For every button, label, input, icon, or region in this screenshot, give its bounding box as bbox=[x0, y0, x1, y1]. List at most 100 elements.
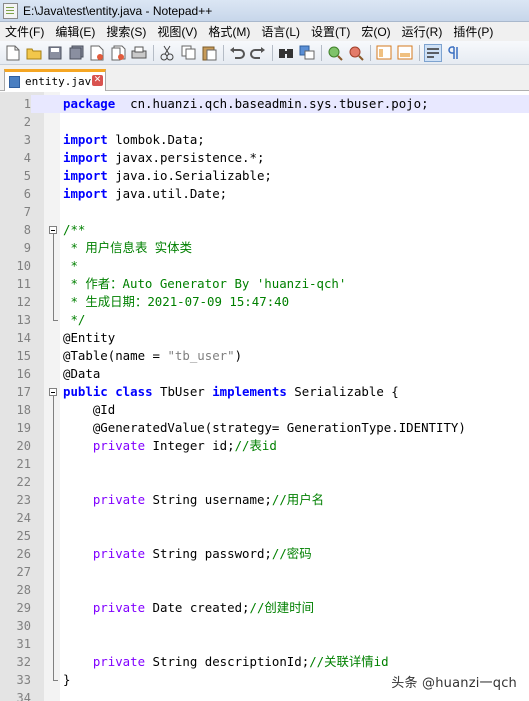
line-number: 22 bbox=[0, 473, 31, 491]
open-file-icon[interactable] bbox=[25, 44, 43, 62]
code-token: private bbox=[63, 438, 146, 453]
redo-icon[interactable] bbox=[249, 44, 267, 62]
find-icon[interactable] bbox=[277, 44, 295, 62]
code-token: Date created; bbox=[145, 600, 250, 615]
code-line[interactable]: 6 import java.util.Date; bbox=[0, 185, 529, 203]
undo-icon[interactable] bbox=[228, 44, 246, 62]
code-line[interactable]: 31 bbox=[0, 635, 529, 653]
code-line[interactable]: 30 bbox=[0, 617, 529, 635]
close-all-icon[interactable] bbox=[109, 44, 127, 62]
code-token: //密码 bbox=[271, 546, 312, 561]
code-line[interactable]: 29 private Date created;//创建时间 bbox=[0, 599, 529, 617]
toolbar-separator bbox=[321, 44, 322, 61]
code-token: package bbox=[63, 96, 116, 111]
code-token: * 生成日期：2021-07-09 15:47:40 bbox=[63, 294, 290, 309]
code-line[interactable]: 25 bbox=[0, 527, 529, 545]
code-text: public class TbUser implements Serializa… bbox=[63, 383, 399, 401]
code-line[interactable]: 5 import java.io.Serializable; bbox=[0, 167, 529, 185]
code-line[interactable]: 18 @Id bbox=[0, 401, 529, 419]
show-all-chars-icon[interactable] bbox=[445, 44, 463, 62]
fold-toggle-icon[interactable] bbox=[49, 226, 57, 234]
fold-guide bbox=[53, 396, 54, 680]
code-line[interactable]: 20 private Integer id;//表id bbox=[0, 437, 529, 455]
line-number: 26 bbox=[0, 545, 31, 563]
code-token: //关联详情id bbox=[309, 654, 389, 669]
code-token: private bbox=[63, 600, 146, 615]
close-tab-icon[interactable]: ✕ bbox=[92, 75, 103, 86]
toolbar-separator bbox=[272, 44, 273, 61]
code-line[interactable]: 24 bbox=[0, 509, 529, 527]
copy-icon[interactable] bbox=[179, 44, 197, 62]
sync-v-icon[interactable] bbox=[375, 44, 393, 62]
code-line[interactable]: 1 package cn.huanzi.qch.baseadmin.sys.tbu… bbox=[0, 95, 529, 113]
menu-view[interactable]: 视图(V) bbox=[152, 23, 203, 40]
code-token: @Id bbox=[63, 402, 116, 417]
menu-macro[interactable]: 宏(O) bbox=[356, 23, 396, 40]
line-number: 34 bbox=[0, 689, 31, 701]
code-line[interactable]: 13 */ bbox=[0, 311, 529, 329]
code-line[interactable]: 26 private String password;//密码 bbox=[0, 545, 529, 563]
menu-file[interactable]: 文件(F) bbox=[0, 23, 50, 40]
code-editor[interactable]: 1 package cn.huanzi.qch.baseadmin.sys.tbu… bbox=[0, 92, 529, 701]
code-line[interactable]: 3 import lombok.Data; bbox=[0, 131, 529, 149]
menu-format[interactable]: 格式(M) bbox=[203, 23, 256, 40]
line-number: 14 bbox=[0, 329, 31, 347]
code-line[interactable]: 27 bbox=[0, 563, 529, 581]
code-text: } bbox=[63, 671, 70, 689]
code-line[interactable]: 32 private String descriptionId;//关联详情id bbox=[0, 653, 529, 671]
save-all-icon[interactable] bbox=[67, 44, 85, 62]
replace-icon[interactable] bbox=[298, 44, 316, 62]
line-number: 7 bbox=[0, 203, 31, 221]
code-line[interactable]: 4 import javax.persistence.*; bbox=[0, 149, 529, 167]
print-icon[interactable] bbox=[130, 44, 148, 62]
toolbar-separator bbox=[419, 44, 420, 61]
menu-language[interactable]: 语言(L) bbox=[256, 23, 306, 40]
code-line[interactable]: 22 bbox=[0, 473, 529, 491]
code-line[interactable]: 2 bbox=[0, 113, 529, 131]
code-line[interactable]: 14 @Entity bbox=[0, 329, 529, 347]
word-wrap-icon[interactable] bbox=[424, 43, 442, 62]
code-text: import lombok.Data; bbox=[63, 131, 205, 149]
code-line[interactable]: 8 /** bbox=[0, 221, 529, 239]
menu-edit[interactable]: 编辑(E) bbox=[50, 23, 101, 40]
code-text: private Integer id;//表id bbox=[63, 437, 277, 455]
zoom-in-icon[interactable] bbox=[326, 44, 344, 62]
line-number: 25 bbox=[0, 527, 31, 545]
code-line[interactable]: 11 * 作者：Auto Generator By 'huanzi-qch' bbox=[0, 275, 529, 293]
menu-plugins[interactable]: 插件(P) bbox=[448, 23, 499, 40]
code-line[interactable]: 15 @Table(name = "tb_user") bbox=[0, 347, 529, 365]
fold-toggle-icon[interactable] bbox=[49, 388, 57, 396]
close-icon[interactable] bbox=[88, 44, 106, 62]
line-number: 29 bbox=[0, 599, 31, 617]
cut-icon[interactable] bbox=[158, 44, 176, 62]
code-token: java.io.Serializable; bbox=[107, 168, 272, 183]
code-line[interactable]: 12 * 生成日期：2021-07-09 15:47:40 bbox=[0, 293, 529, 311]
tab-entity-java[interactable]: entity.java ✕ bbox=[4, 69, 106, 91]
toolbar-separator bbox=[153, 44, 154, 61]
menu-settings[interactable]: 设置(T) bbox=[306, 23, 356, 40]
menu-bar: 文件(F) 编辑(E) 搜索(S) 视图(V) 格式(M) 语言(L) 设置(T… bbox=[0, 22, 529, 41]
code-line[interactable]: 16 @Data bbox=[0, 365, 529, 383]
code-line[interactable]: 23 private String username;//用户名 bbox=[0, 491, 529, 509]
watermark: 头条 @huanzi一qch bbox=[391, 676, 517, 691]
code-line[interactable]: 17 public class TbUser implements Seriali… bbox=[0, 383, 529, 401]
code-line[interactable]: 19 @GeneratedValue(strategy= GenerationT… bbox=[0, 419, 529, 437]
new-file-icon[interactable] bbox=[4, 44, 22, 62]
code-text: */ bbox=[63, 311, 85, 329]
line-number: 9 bbox=[0, 239, 31, 257]
menu-search[interactable]: 搜索(S) bbox=[101, 23, 152, 40]
paste-icon[interactable] bbox=[200, 44, 218, 62]
code-line[interactable]: 7 bbox=[0, 203, 529, 221]
menu-run[interactable]: 运行(R) bbox=[397, 23, 449, 40]
code-text: @Data bbox=[63, 365, 100, 383]
line-number: 18 bbox=[0, 401, 31, 419]
code-line[interactable]: 9 * 用户信息表 实体类 bbox=[0, 239, 529, 257]
zoom-out-icon[interactable] bbox=[347, 44, 365, 62]
code-line[interactable]: 21 bbox=[0, 455, 529, 473]
code-line[interactable]: 28 bbox=[0, 581, 529, 599]
save-icon[interactable] bbox=[46, 44, 64, 62]
sync-h-icon[interactable] bbox=[396, 44, 414, 62]
code-line[interactable]: 10 * bbox=[0, 257, 529, 275]
code-token: * 作者：Auto Generator By 'huanzi-qch' bbox=[63, 276, 347, 291]
code-text: @Id bbox=[63, 401, 115, 419]
